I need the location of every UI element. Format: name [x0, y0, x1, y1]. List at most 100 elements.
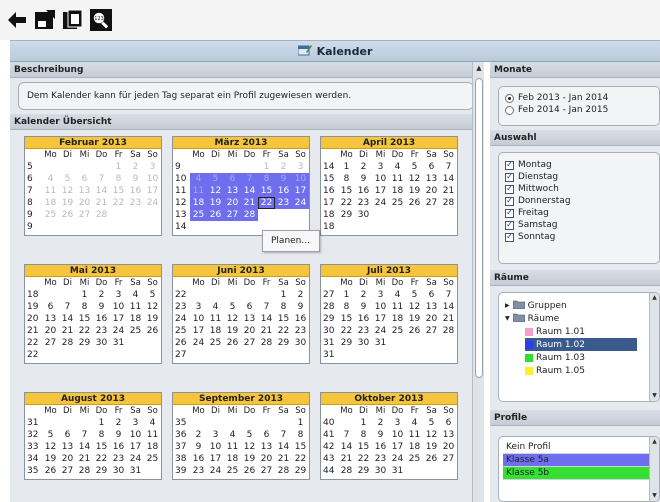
radio-month-range-2[interactable]: Feb 2014 - Jan 2015 [499, 104, 659, 116]
day-cell[interactable]: 19 [42, 453, 59, 465]
day-cell[interactable]: 18 [389, 185, 406, 197]
checkmark-icon[interactable]: ✓ [505, 220, 514, 230]
day-cell[interactable]: 24 [190, 337, 207, 349]
day-cell[interactable]: 5 [59, 173, 76, 185]
day-cell[interactable]: 7 [275, 429, 292, 441]
day-cell[interactable]: 6 [241, 301, 258, 313]
day-cell[interactable]: 10 [389, 429, 406, 441]
day-cell[interactable]: 24 [372, 325, 389, 337]
day-cell[interactable]: 20 [76, 197, 93, 209]
day-cell[interactable]: 25 [144, 453, 161, 465]
day-cell[interactable]: 22 [338, 197, 355, 209]
day-cell[interactable]: 27 [224, 209, 241, 221]
day-cell[interactable]: 13 [76, 185, 93, 197]
day-cell[interactable]: 24 [144, 197, 161, 209]
day-cell[interactable]: 28 [440, 325, 457, 337]
day-cell[interactable]: 11 [406, 429, 423, 441]
day-cell[interactable]: 27 [423, 197, 440, 209]
day-cell[interactable]: 12 [144, 301, 161, 313]
day-cell[interactable]: 16 [127, 185, 144, 197]
day-cell[interactable]: 28 [241, 209, 258, 221]
day-cell[interactable]: 16 [110, 441, 127, 453]
day-cell[interactable]: 19 [207, 197, 224, 209]
day-cell[interactable]: 4 [406, 417, 423, 429]
day-cell[interactable]: 20 [59, 453, 76, 465]
day-cell[interactable]: 17 [207, 453, 224, 465]
scroll-up-icon[interactable]: ▲ [650, 293, 659, 303]
day-cell[interactable]: 21 [93, 197, 110, 209]
checkbox-dienstag[interactable]: ✓ Dienstag [499, 171, 659, 183]
day-cell[interactable]: 28 [338, 465, 355, 477]
day-cell[interactable]: 21 [338, 453, 355, 465]
day-cell[interactable]: 20 [423, 313, 440, 325]
day-cell[interactable]: 23 [275, 197, 292, 209]
day-cell[interactable]: 28 [59, 337, 76, 349]
day-cell[interactable]: 26 [42, 465, 59, 477]
day-cell[interactable]: 15 [338, 185, 355, 197]
day-cell[interactable]: 19 [423, 441, 440, 453]
day-cell[interactable]: 7 [440, 161, 457, 173]
day-cell[interactable]: 7 [93, 173, 110, 185]
day-cell[interactable]: 8 [355, 429, 372, 441]
day-cell[interactable]: 28 [76, 465, 93, 477]
day-cell[interactable]: 21 [440, 185, 457, 197]
day-cell[interactable]: 8 [76, 301, 93, 313]
day-cell[interactable]: 5 [144, 289, 161, 301]
day-cell[interactable]: 16 [355, 185, 372, 197]
day-cell[interactable]: 2 [275, 161, 292, 173]
day-cell[interactable]: 2 [127, 161, 144, 173]
checkbox-donnerstag[interactable]: ✓ Donnerstag [499, 195, 659, 207]
day-cell[interactable]: 15 [93, 441, 110, 453]
day-cell[interactable]: 6 [76, 173, 93, 185]
day-cell[interactable]: 15 [76, 313, 93, 325]
day-cell[interactable]: 29 [93, 465, 110, 477]
day-cell[interactable]: 23 [372, 453, 389, 465]
day-cell[interactable]: 31 [389, 465, 406, 477]
day-cell[interactable]: 11 [190, 185, 207, 197]
day-cell[interactable]: 27 [440, 453, 457, 465]
day-cell[interactable]: 10 [190, 313, 207, 325]
day-cell[interactable]: 4 [389, 161, 406, 173]
day-cell[interactable]: 11 [144, 429, 161, 441]
day-cell[interactable]: 22 [275, 325, 292, 337]
day-cell[interactable]: 15 [110, 185, 127, 197]
day-cell[interactable]: 14 [59, 313, 76, 325]
day-cell[interactable]: 5 [406, 161, 423, 173]
scroll-up-icon[interactable]: ▲ [650, 437, 659, 447]
day-cell[interactable]: 12 [224, 313, 241, 325]
day-cell[interactable]: 12 [59, 185, 76, 197]
day-cell[interactable]: 29 [355, 465, 372, 477]
checkbox-mittwoch[interactable]: ✓ Mittwoch [499, 183, 659, 195]
day-cell[interactable]: 25 [127, 325, 144, 337]
day-cell[interactable]: 13 [440, 429, 457, 441]
day-cell[interactable]: 24 [389, 453, 406, 465]
day-cell[interactable]: 22 [93, 453, 110, 465]
day-cell[interactable]: 17 [372, 313, 389, 325]
day-cell[interactable]: 7 [258, 301, 275, 313]
day-cell[interactable]: 24 [110, 325, 127, 337]
day-cell[interactable]: 27 [42, 337, 59, 349]
day-cell[interactable]: 9 [372, 429, 389, 441]
day-cell[interactable]: 13 [59, 441, 76, 453]
day-cell[interactable]: 6 [258, 429, 275, 441]
day-cell[interactable]: 18 [406, 441, 423, 453]
day-cell[interactable]: 1 [275, 289, 292, 301]
day-cell[interactable]: 31 [372, 337, 389, 349]
day-cell[interactable]: 2 [355, 289, 372, 301]
radio-month-range-1[interactable]: Feb 2013 - Jan 2014 [499, 92, 659, 104]
day-cell[interactable]: 18 [190, 197, 207, 209]
day-cell[interactable]: 12 [406, 173, 423, 185]
day-cell[interactable]: 27 [59, 465, 76, 477]
scrollbar-thumb[interactable] [475, 78, 483, 378]
day-cell[interactable]: 21 [59, 325, 76, 337]
day-cell[interactable]: 30 [292, 337, 309, 349]
day-cell[interactable]: 11 [42, 185, 59, 197]
day-cell[interactable]: 20 [241, 325, 258, 337]
day-cell[interactable]: 11 [207, 313, 224, 325]
day-cell[interactable]: 2 [372, 417, 389, 429]
day-cell[interactable]: 17 [190, 325, 207, 337]
day-cell[interactable]: 19 [241, 453, 258, 465]
calendar-scrollbar[interactable]: ▲ [472, 62, 484, 502]
day-cell[interactable]: 11 [389, 173, 406, 185]
back-arrow-icon[interactable] [6, 9, 28, 31]
